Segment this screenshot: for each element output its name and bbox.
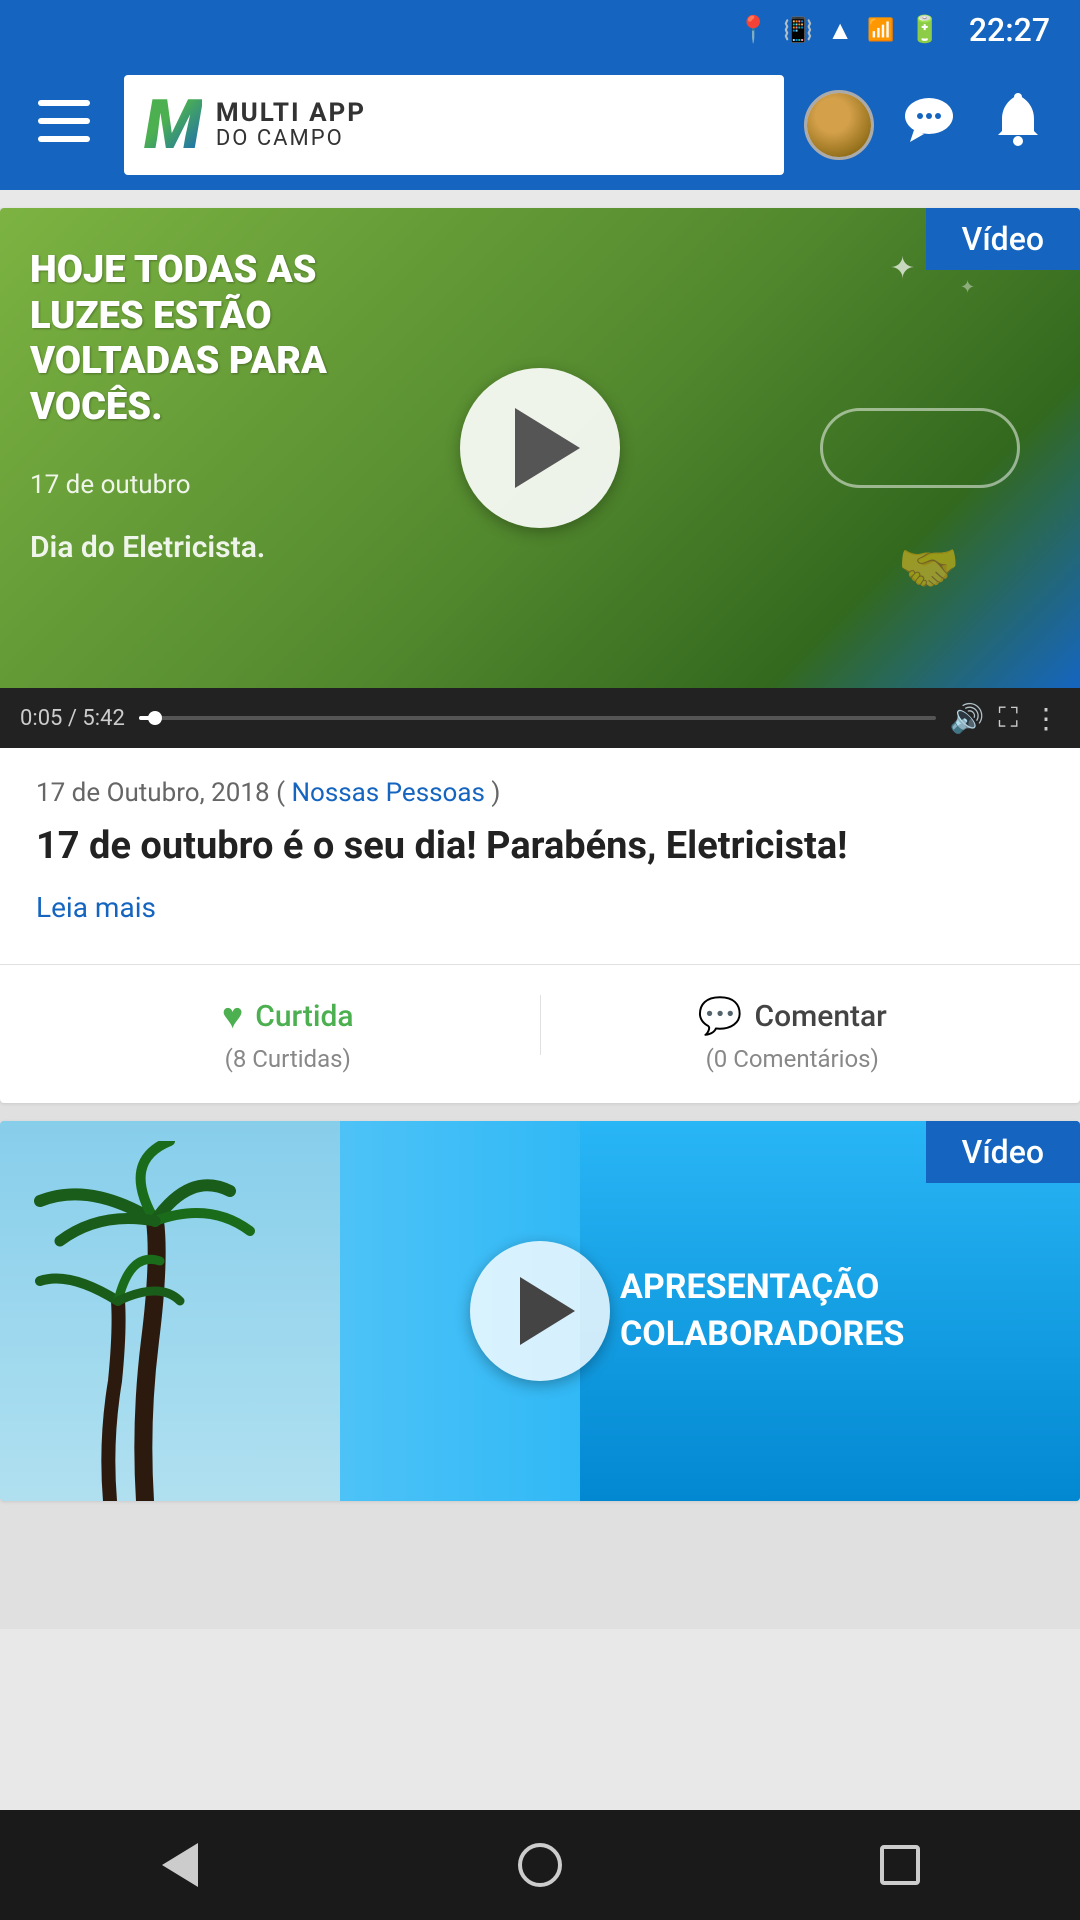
post-actions-1: ♥ Curtida (8 Curtidas) 💬 Comentar (0 Com… (0, 985, 1080, 1103)
comment-label: Comentar (755, 999, 887, 1034)
like-button-1[interactable]: ♥ Curtida (8 Curtidas) (36, 995, 540, 1073)
video-sub-text2: Dia do Eletricista. (30, 530, 350, 565)
video-controls-1: 0:05 / 5:42 🔊 ⛶ ⋮ (0, 688, 1080, 748)
video-thumbnail-2[interactable]: APRESENTAÇÃO COLABORADORES (0, 1121, 1080, 1501)
logo-text: MULTI APP DO CAMPO (216, 99, 366, 152)
back-button[interactable] (120, 1825, 240, 1905)
video-sub-text1: 17 de outubro (30, 470, 350, 500)
video-badge-1: Vídeo (926, 208, 1080, 270)
play-triangle-icon (515, 408, 580, 488)
home-button[interactable] (480, 1825, 600, 1905)
video-badge-2: Vídeo (926, 1121, 1080, 1183)
like-count: (8 Curtidas) (225, 1045, 351, 1073)
battery-icon: 🔋 (908, 15, 940, 45)
comment-icon: 💬 (698, 995, 743, 1037)
signal-icon: 📶 (867, 18, 894, 43)
location-icon: 📍 (737, 15, 769, 45)
read-more-link-1[interactable]: Leia mais (36, 891, 156, 924)
play-button-2[interactable] (470, 1241, 610, 1381)
status-icons: 📍 📳 ▲ 📶 🔋 (737, 15, 941, 46)
post-category-link[interactable]: Nossas Pessoas (291, 778, 484, 808)
palm-silhouette (30, 1141, 290, 1501)
logo-text-bottom: DO CAMPO (216, 127, 366, 151)
avatar-image (807, 93, 871, 157)
post-info-1: 17 de Outubro, 2018 ( Nossas Pessoas ) 1… (0, 748, 1080, 944)
chat-button[interactable] (894, 84, 964, 167)
overlay-text-1: APRESENTAÇÃO (620, 1264, 879, 1312)
main-content: Vídeo HOJE TODAS AS LUZES ESTÃO VOLTADAS… (0, 208, 1080, 1629)
vibrate-icon: 📳 (783, 16, 813, 44)
video-thumbnail-1[interactable]: HOJE TODAS AS LUZES ESTÃO VOLTADAS PARA … (0, 208, 1080, 688)
post-divider-1 (0, 964, 1080, 965)
fullscreen-icon[interactable]: ⛶ (998, 701, 1018, 735)
post-card-2: Vídeo (0, 1121, 1080, 1501)
like-label: Curtida (255, 999, 353, 1034)
svg-text:✦: ✦ (890, 251, 915, 286)
logo-letter: M (144, 91, 202, 159)
pill-decoration (820, 408, 1020, 488)
overlay-text-2: COLABORADORES (620, 1311, 904, 1359)
volume-icon[interactable]: 🔊 (950, 702, 985, 735)
comment-count: (0 Comentários) (706, 1045, 879, 1073)
post-card-1: Vídeo HOJE TODAS AS LUZES ESTÃO VOLTADAS… (0, 208, 1080, 1103)
logo-text-top: MULTI APP (216, 99, 366, 128)
more-options-icon[interactable]: ⋮ (1032, 702, 1060, 735)
video-wrapper-2: Vídeo (0, 1121, 1080, 1501)
back-icon (162, 1843, 198, 1887)
status-time: 22:27 (969, 11, 1050, 49)
video-overlay-text: HOJE TODAS AS LUZES ESTÃO VOLTADAS PARA … (0, 208, 380, 605)
logo-container: M MULTI APP DO CAMPO (124, 75, 784, 175)
comment-button-1[interactable]: 💬 Comentar (0 Comentários) (541, 995, 1045, 1073)
video-progress-bar[interactable] (139, 716, 936, 720)
menu-button[interactable] (28, 90, 100, 160)
recents-icon (880, 1845, 920, 1885)
video-wrapper-1: Vídeo HOJE TODAS AS LUZES ESTÃO VOLTADAS… (0, 208, 1080, 748)
nav-bar (0, 1810, 1080, 1920)
status-bar: 📍 📳 ▲ 📶 🔋 22:27 (0, 0, 1080, 60)
home-icon (518, 1843, 562, 1887)
bell-button[interactable] (984, 83, 1052, 168)
wifi-icon: ▲ (827, 15, 853, 46)
video-time: 0:05 / 5:42 (20, 706, 125, 731)
palm-area (0, 1121, 340, 1501)
avatar-button[interactable] (804, 90, 874, 160)
heart-icon: ♥ (222, 995, 243, 1037)
video-main-text: HOJE TODAS AS LUZES ESTÃO VOLTADAS PARA … (30, 248, 350, 430)
play-triangle-icon-2 (520, 1277, 575, 1345)
play-button-1[interactable] (460, 368, 620, 528)
svg-text:✦: ✦ (960, 277, 975, 298)
post-title-1: 17 de outubro é o seu dia! Parabéns, Ele… (36, 822, 1044, 871)
avatar (804, 90, 874, 160)
recents-button[interactable] (840, 1825, 960, 1905)
bottom-spacer (0, 1519, 1080, 1629)
post-date-1: 17 de Outubro, 2018 ( Nossas Pessoas ) (36, 778, 1044, 808)
handshake-decoration: 🤝 (898, 540, 960, 598)
app-bar: M MULTI APP DO CAMPO (0, 60, 1080, 190)
video-progress-dot (148, 711, 162, 725)
